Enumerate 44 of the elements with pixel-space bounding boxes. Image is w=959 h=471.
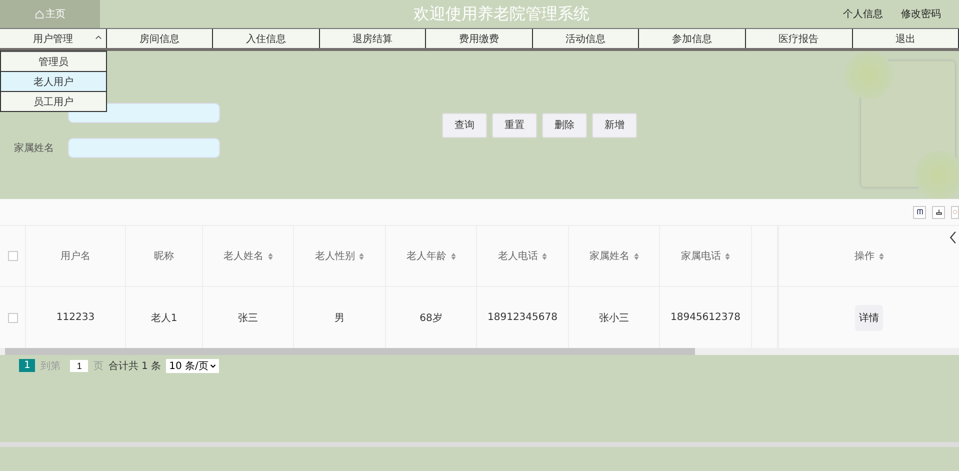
detail-button[interactable]: 详情 xyxy=(855,304,883,330)
export-icon[interactable] xyxy=(932,206,945,218)
column-header[interactable]: 老人电话 xyxy=(498,249,538,263)
horizontal-scrollbar[interactable] xyxy=(0,348,959,355)
column-header[interactable]: 老人姓名 xyxy=(224,249,264,263)
columns-icon[interactable] xyxy=(913,206,926,218)
sort-icon[interactable] xyxy=(450,252,456,260)
column-header[interactable]: 家属姓名 xyxy=(590,249,630,263)
column-header[interactable]: 用户名 xyxy=(60,249,90,263)
chevron-down-icon xyxy=(210,364,216,368)
header-link[interactable]: 个人信息 xyxy=(843,7,883,21)
column-header[interactable]: 家属电话 xyxy=(681,249,721,263)
select-all-checkbox[interactable] xyxy=(8,251,18,261)
column-header[interactable]: 昵称 xyxy=(154,249,174,263)
sort-icon[interactable] xyxy=(634,252,638,260)
sort-icon[interactable] xyxy=(359,252,364,260)
menu-item[interactable]: 老人用户 xyxy=(1,72,106,92)
column-header[interactable]: 老人性别 xyxy=(315,249,355,263)
home-icon xyxy=(34,10,44,18)
pager-label: 页 xyxy=(93,360,104,372)
page-size-select[interactable]: 10 条/页 xyxy=(166,358,220,372)
page-button[interactable]: 1 xyxy=(19,359,36,372)
menu-item[interactable]: 员工用户 xyxy=(1,92,106,111)
column-header[interactable]: 操作 xyxy=(854,249,874,263)
total-count: 合计共 1 条 xyxy=(108,360,162,372)
input-field[interactable] xyxy=(68,138,220,158)
pager-label: 到第 xyxy=(40,360,60,372)
sort-icon[interactable] xyxy=(542,252,547,260)
action-button[interactable]: 重置 xyxy=(492,112,537,138)
page-input[interactable]: 1 xyxy=(70,360,88,372)
row-checkbox[interactable] xyxy=(8,312,18,322)
column-header[interactable]: 老人年龄 xyxy=(406,249,446,263)
action-button[interactable]: 新增 xyxy=(592,112,637,138)
sort-icon[interactable] xyxy=(268,252,272,260)
field-label: 家属姓名 xyxy=(13,142,55,154)
app-title: 欢迎使用养老院管理系统 xyxy=(412,4,590,24)
sort-icon[interactable] xyxy=(878,252,884,260)
glow-circle xyxy=(915,151,959,199)
horizontal-scrollbar[interactable] xyxy=(0,442,959,447)
action-button[interactable]: 删除 xyxy=(542,112,587,138)
sort-icon[interactable] xyxy=(725,252,730,260)
header-link[interactable]: 修改密码 xyxy=(901,7,941,21)
action-button[interactable]: 查询 xyxy=(442,112,487,138)
glow-circle xyxy=(845,51,893,99)
